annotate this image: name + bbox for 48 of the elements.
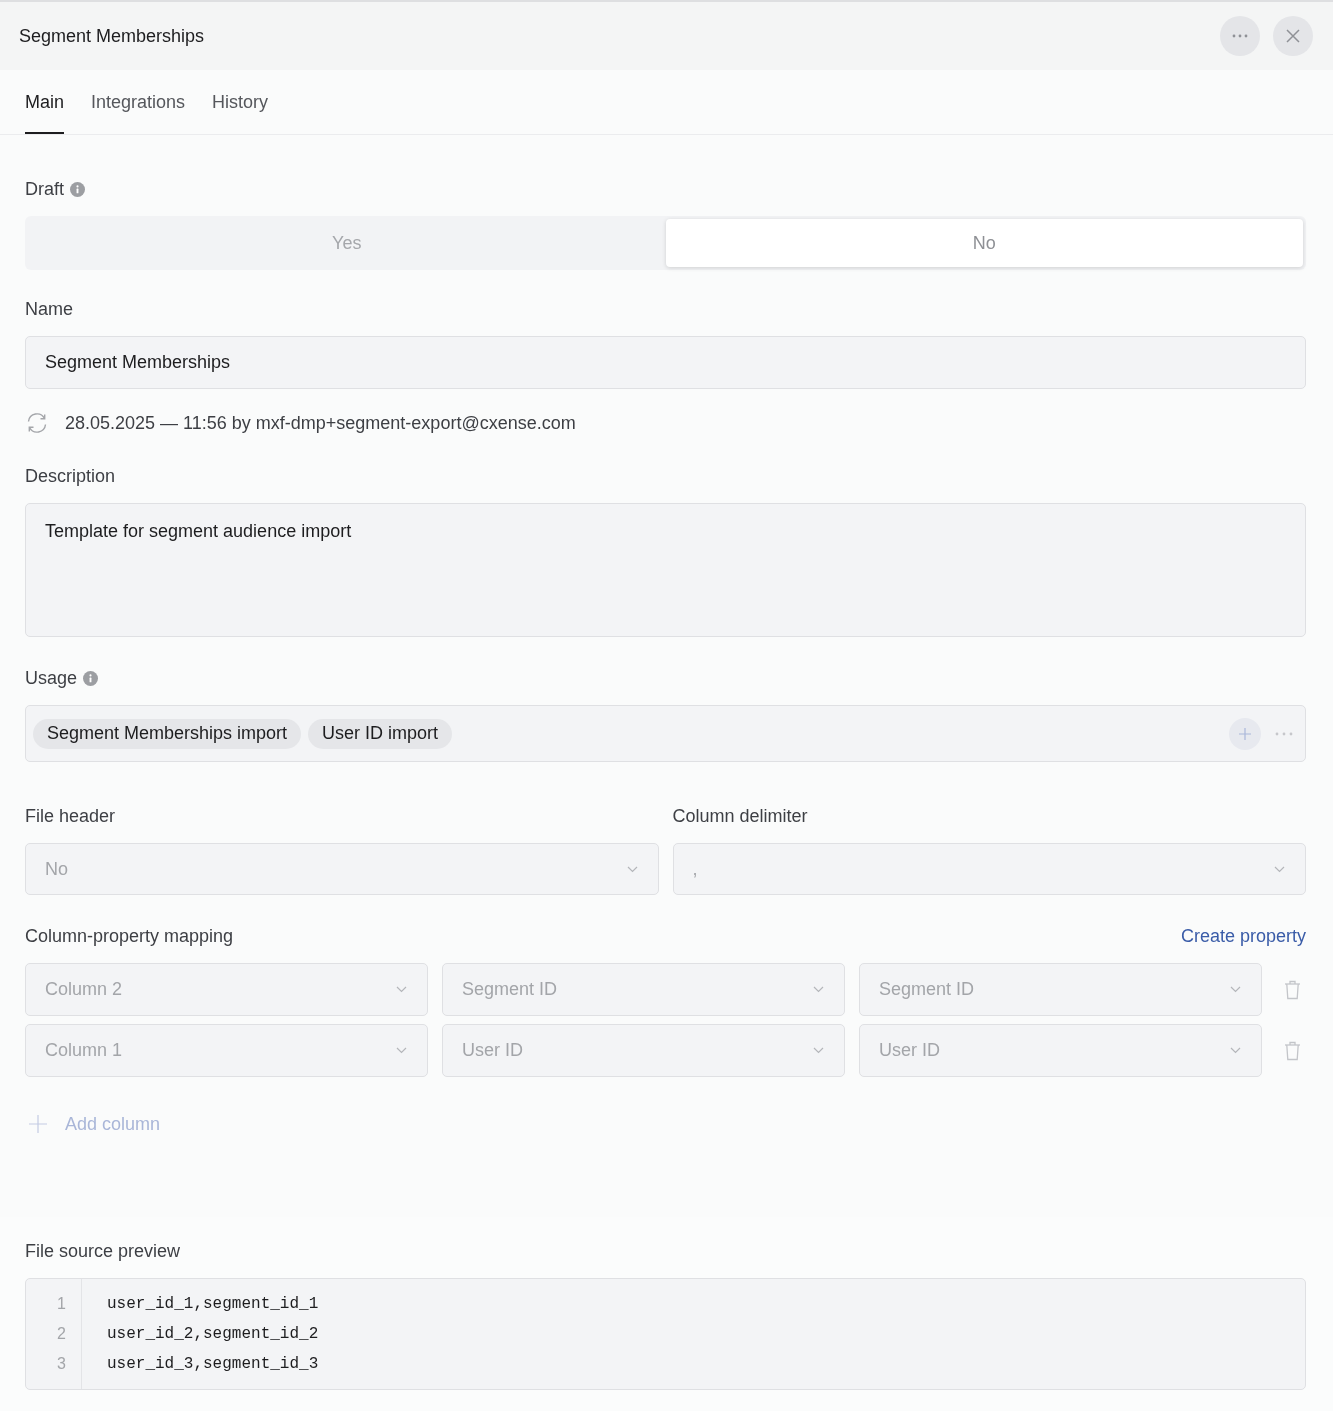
more-button[interactable]: [1220, 16, 1260, 56]
line-number: 2: [57, 1324, 66, 1344]
code-line: user_id_3,segment_id_3: [107, 1354, 319, 1375]
close-button[interactable]: [1273, 16, 1313, 56]
tab[interactable]: Main: [25, 70, 64, 134]
field-label: Draft: [25, 178, 64, 201]
trash-icon: [1283, 979, 1301, 1000]
chevron-down-icon: [1230, 1047, 1241, 1054]
chevron-down-icon: [396, 1047, 407, 1054]
name-input[interactable]: Segment Memberships: [25, 336, 1306, 389]
plus-icon: [1239, 727, 1251, 740]
field-label: Usage: [25, 667, 78, 690]
more-icon[interactable]: [1275, 731, 1293, 736]
create-property-link[interactable]: Create property: [1180, 924, 1306, 948]
toggle-option[interactable]: Yes: [28, 219, 666, 267]
field-label: Column delimiter: [672, 805, 809, 828]
refresh-icon: [25, 412, 49, 434]
more-icon: [1232, 34, 1248, 38]
tab[interactable]: History: [212, 70, 269, 134]
chevron-down-icon: [813, 1047, 824, 1054]
description-field[interactable]: Template for segment audience import: [25, 503, 1306, 637]
close-icon: [1286, 29, 1300, 43]
chevron-down-icon: [813, 986, 824, 993]
add-button[interactable]: [1229, 717, 1261, 750]
code-line: user_id_1,segment_id_1: [107, 1294, 319, 1315]
line-number: 1: [57, 1294, 66, 1314]
trash-icon: [1283, 1040, 1301, 1061]
info-icon: [70, 181, 85, 197]
plus-icon: [29, 1115, 47, 1133]
chevron-down-icon: [396, 986, 407, 993]
field-label: Description: [25, 465, 117, 488]
tag-chip: Segment Memberships import: [33, 718, 302, 749]
chevron-down-icon: [1274, 865, 1285, 873]
field-label: Name: [25, 298, 74, 321]
field-label: File source preview: [25, 1240, 182, 1263]
chevron-down-icon: [626, 865, 638, 873]
info-icon: [83, 670, 99, 686]
window-title: Segment Memberships: [19, 24, 205, 48]
line-number: 3: [57, 1354, 66, 1374]
chevron-down-icon: [1230, 986, 1241, 993]
code-line: user_id_2,segment_id_2: [107, 1324, 319, 1345]
tag-chip: User ID import: [308, 718, 453, 749]
field-label: File header: [25, 805, 117, 828]
usage-field[interactable]: Segment Memberships import User ID import: [25, 705, 1306, 762]
field-label: Column-property mapping: [25, 925, 234, 948]
tab[interactable]: Integrations: [91, 70, 186, 134]
updated-text: 28.05.2025 — 11:56 by mxf-dmp+segment-export@cxense.com: [65, 411, 576, 435]
toggle-option[interactable]: No: [665, 219, 1303, 267]
